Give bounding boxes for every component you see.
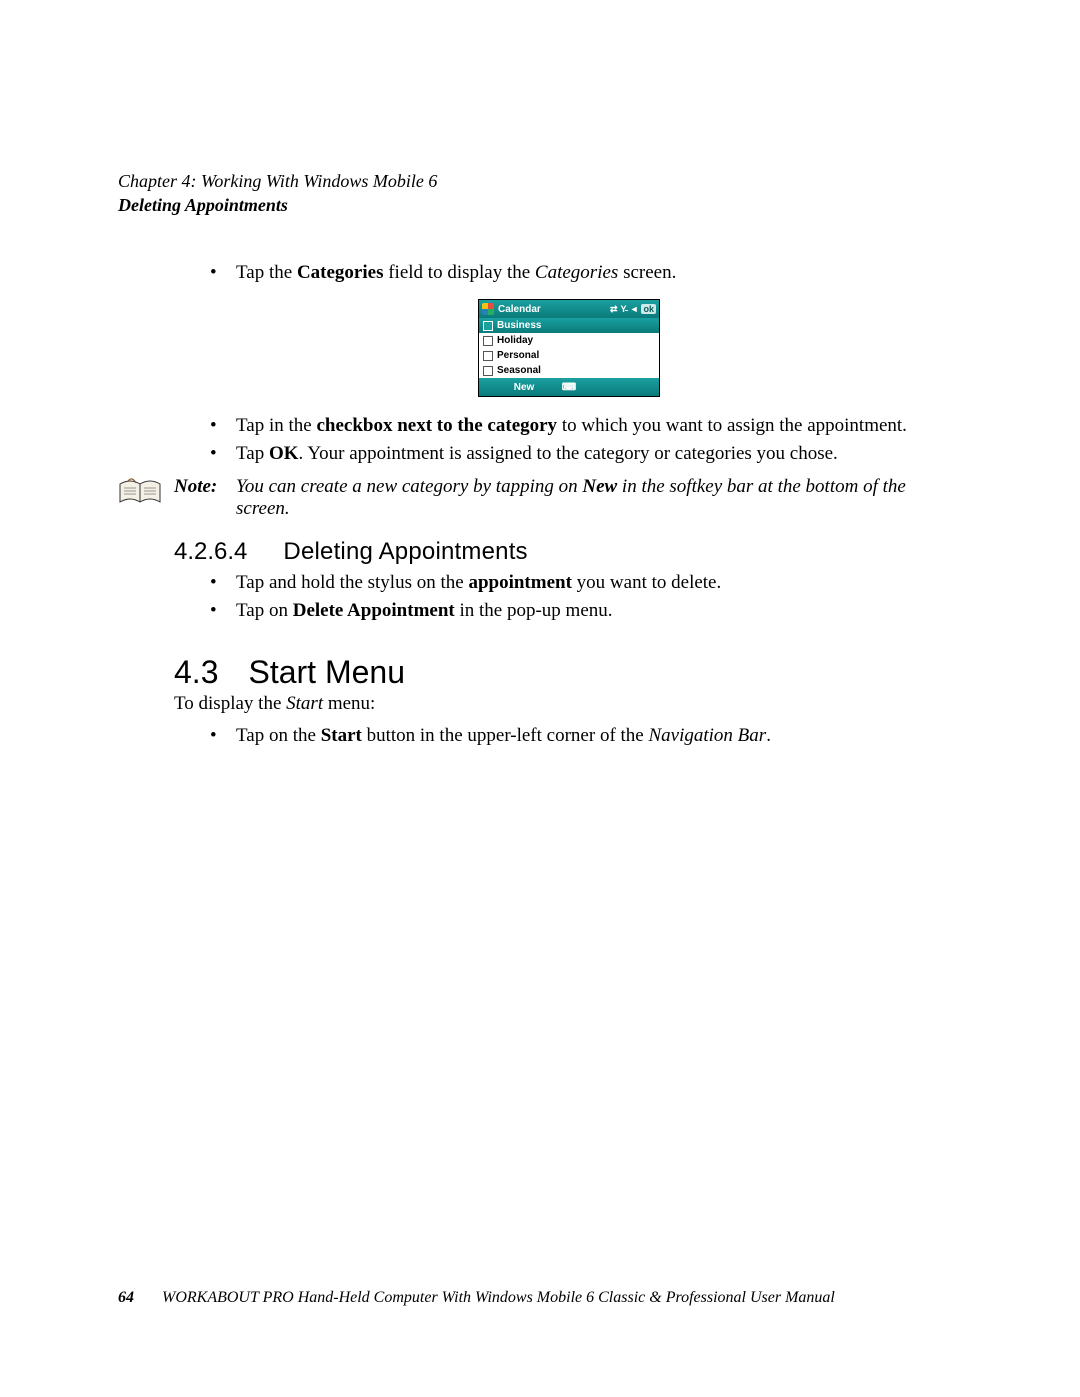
- section-number: 4.3: [174, 654, 218, 691]
- softkey-new-button[interactable]: New: [479, 382, 569, 393]
- bullet-list-start: Tap on the Start button in the upper-lef…: [210, 723, 962, 749]
- checkbox-checked-icon[interactable]: [483, 321, 493, 331]
- category-row[interactable]: Seasonal: [479, 363, 659, 378]
- bullet-list-categories-intro: Tap the Categories field to display the …: [210, 260, 962, 286]
- device-app-title: Calendar: [498, 304, 541, 315]
- bullet-item: Tap on the Start button in the upper-lef…: [210, 723, 962, 749]
- bullet-item: Tap in the checkbox next to the category…: [210, 413, 962, 439]
- signal-icon: Y̵: [621, 305, 627, 314]
- note-block: Note: You can create a new category by t…: [118, 476, 962, 520]
- device-titlebar: Calendar ⇄ Y̵ ◄ ok: [479, 300, 659, 318]
- page-content: Tap the Categories field to display the …: [174, 260, 962, 749]
- windows-flag-icon: [482, 303, 494, 315]
- running-header-chapter: Chapter 4: Working With Windows Mobile 6: [118, 170, 962, 193]
- bullet-item: Tap on Delete Appointment in the pop-up …: [210, 598, 962, 624]
- page-footer: 64 WORKABOUT PRO Hand-Held Computer With…: [118, 1289, 962, 1307]
- category-label: Holiday: [497, 335, 533, 346]
- section-title: Deleting Appointments: [283, 538, 527, 566]
- footer-title: WORKABOUT PRO Hand-Held Computer With Wi…: [162, 1289, 835, 1307]
- book-icon: [118, 478, 162, 508]
- bullet-list-delete: Tap and hold the stylus on the appointme…: [210, 570, 962, 623]
- volume-icon: ◄: [630, 305, 639, 314]
- bullet-item: Tap the Categories field to display the …: [210, 260, 962, 286]
- category-list: Holiday Personal Seasonal: [479, 333, 659, 378]
- device-frame: Calendar ⇄ Y̵ ◄ ok Business: [478, 299, 660, 397]
- titlebar-status-icons: ⇄ Y̵ ◄ ok: [610, 304, 656, 314]
- device-screenshot: Calendar ⇄ Y̵ ◄ ok Business: [478, 299, 658, 397]
- bullet-item: Tap and hold the stylus on the appointme…: [210, 570, 962, 596]
- checkbox-icon[interactable]: [483, 336, 493, 346]
- category-label: Business: [497, 320, 541, 331]
- page-number: 64: [118, 1289, 134, 1307]
- running-header-subtitle: Deleting Appointments: [118, 195, 962, 216]
- category-selected-row[interactable]: Business: [479, 318, 659, 333]
- start-menu-intro: To display the Start menu:: [174, 693, 962, 715]
- category-row[interactable]: Personal: [479, 348, 659, 363]
- softkey-bar: New ⌨: [479, 378, 659, 396]
- section-heading-4264: 4.2.6.4 Deleting Appointments: [174, 538, 962, 566]
- connectivity-icon: ⇄: [610, 305, 618, 314]
- checkbox-icon[interactable]: [483, 351, 493, 361]
- category-label: Seasonal: [497, 365, 541, 376]
- manual-page: Chapter 4: Working With Windows Mobile 6…: [0, 0, 1080, 1397]
- bullet-list-assign-category: Tap in the checkbox next to the category…: [210, 413, 962, 466]
- note-label: Note:: [174, 476, 224, 498]
- section-title: Start Menu: [248, 654, 405, 691]
- keyboard-icon[interactable]: ⌨: [562, 382, 576, 393]
- note-text: You can create a new category by tapping…: [236, 476, 962, 520]
- bullet-item: Tap OK. Your appointment is assigned to …: [210, 441, 962, 467]
- category-row[interactable]: Holiday: [479, 333, 659, 348]
- section-number: 4.2.6.4: [174, 538, 247, 566]
- ok-button[interactable]: ok: [641, 304, 656, 314]
- checkbox-icon[interactable]: [483, 366, 493, 376]
- category-label: Personal: [497, 350, 539, 361]
- section-heading-43: 4.3 Start Menu: [174, 654, 962, 691]
